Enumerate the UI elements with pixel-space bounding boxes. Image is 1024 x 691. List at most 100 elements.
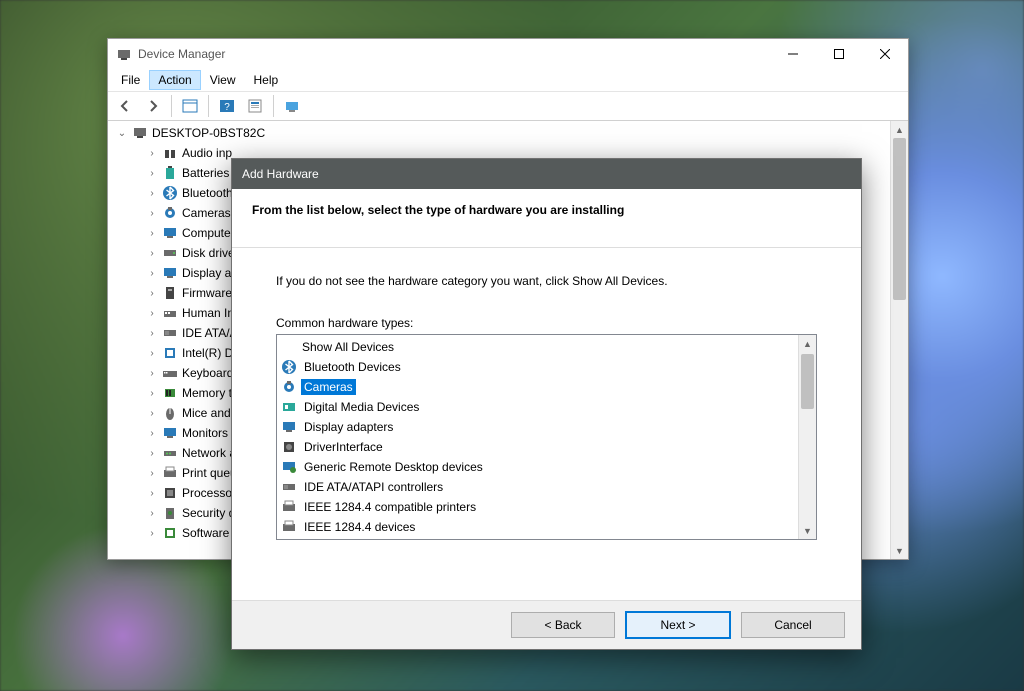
chevron-right-icon[interactable]: ›	[146, 308, 158, 319]
hardware-type-label: IDE ATA/ATAPI controllers	[301, 479, 446, 495]
tree-root[interactable]: ⌄ DESKTOP-0BST82C	[116, 125, 890, 141]
menu-view[interactable]: View	[201, 70, 245, 90]
chevron-right-icon[interactable]: ›	[146, 228, 158, 239]
maximize-button[interactable]	[816, 39, 862, 69]
toolbar-properties-button[interactable]	[242, 93, 268, 119]
chevron-right-icon[interactable]: ›	[146, 148, 158, 159]
chevron-right-icon[interactable]: ›	[146, 388, 158, 399]
chevron-right-icon[interactable]: ›	[146, 248, 158, 259]
hardware-type-label: IEEE 1284.4 compatible printers	[301, 499, 479, 515]
hardware-type-label: DriverInterface	[301, 439, 386, 455]
tree-root-label: DESKTOP-0BST82C	[152, 126, 265, 140]
device-category-icon	[162, 445, 178, 461]
svg-text:?: ?	[224, 102, 230, 113]
wizard-instruction: From the list below, select the type of …	[252, 203, 841, 217]
device-category-icon	[162, 505, 178, 521]
hardware-type-item[interactable]: Bluetooth Devices	[277, 357, 798, 377]
hardware-type-item[interactable]: DriverInterface	[277, 437, 798, 457]
chevron-right-icon[interactable]: ›	[146, 468, 158, 479]
wizard-titlebar[interactable]: Add Hardware	[232, 159, 861, 189]
chevron-right-icon[interactable]: ›	[146, 368, 158, 379]
chevron-right-icon[interactable]: ›	[146, 188, 158, 199]
toolbar-back-button[interactable]	[112, 93, 138, 119]
hardware-type-item[interactable]: IDE ATA/ATAPI controllers	[277, 477, 798, 497]
wizard-list-label: Common hardware types:	[276, 316, 817, 330]
chevron-right-icon[interactable]: ›	[146, 208, 158, 219]
device-category-icon	[162, 205, 178, 221]
hardware-type-item[interactable]: Show All Devices	[277, 337, 798, 357]
hardware-type-item[interactable]: Generic Remote Desktop devices	[277, 457, 798, 477]
device-category-icon	[162, 245, 178, 261]
wizard-header: From the list below, select the type of …	[232, 189, 861, 248]
scroll-down-icon[interactable]: ▼	[891, 542, 908, 559]
chevron-right-icon[interactable]: ›	[146, 348, 158, 359]
scroll-thumb[interactable]	[893, 138, 906, 300]
tree-category-label: Bluetooth	[182, 186, 233, 200]
computer-icon	[132, 125, 148, 141]
add-hardware-wizard: Add Hardware From the list below, select…	[231, 158, 862, 650]
chevron-right-icon[interactable]: ›	[146, 448, 158, 459]
device-category-icon	[162, 345, 178, 361]
tree-category-label: Human In	[182, 306, 234, 320]
hardware-type-icon	[281, 479, 297, 495]
close-button[interactable]	[862, 39, 908, 69]
tree-category-label: Network a	[182, 446, 236, 460]
hardware-type-label: Digital Media Devices	[301, 399, 422, 415]
hardware-type-list[interactable]: Show All Devices Bluetooth DevicesCameras…	[276, 334, 817, 540]
toolbar-scan-button[interactable]	[279, 93, 305, 119]
tree-category-label: Batteries	[182, 166, 229, 180]
back-button[interactable]: < Back	[511, 612, 615, 638]
tree-category-label: Firmware	[182, 286, 232, 300]
chevron-right-icon[interactable]: ›	[146, 168, 158, 179]
hardware-type-icon	[281, 419, 297, 435]
wizard-scrollbar[interactable]: ▲ ▼	[798, 335, 816, 539]
device-category-icon	[162, 185, 178, 201]
tree-category-label: Print queu	[182, 466, 237, 480]
cancel-button[interactable]: Cancel	[741, 612, 845, 638]
chevron-right-icon[interactable]: ›	[146, 488, 158, 499]
hardware-type-icon	[281, 399, 297, 415]
next-button[interactable]: Next >	[625, 611, 731, 639]
hardware-type-icon	[281, 359, 297, 375]
hardware-type-item[interactable]: IEEE 1284.4 compatible printers	[277, 497, 798, 517]
tree-category-label: Mice and	[182, 406, 231, 420]
hardware-type-item[interactable]: Cameras	[277, 377, 798, 397]
hardware-type-icon	[281, 519, 297, 535]
tree-category-label: Computer	[182, 226, 235, 240]
hardware-type-item[interactable]: Display adapters	[277, 417, 798, 437]
device-category-icon	[162, 465, 178, 481]
scroll-up-icon[interactable]: ▲	[799, 335, 816, 352]
scroll-thumb[interactable]	[801, 354, 814, 409]
chevron-right-icon[interactable]: ›	[146, 528, 158, 539]
toolbar-show-hide-button[interactable]	[177, 93, 203, 119]
toolbar-help-button[interactable]: ?	[214, 93, 240, 119]
chevron-right-icon[interactable]: ›	[146, 268, 158, 279]
chevron-right-icon[interactable]: ›	[146, 328, 158, 339]
hardware-type-item[interactable]: Digital Media Devices	[277, 397, 798, 417]
menu-file[interactable]: File	[112, 70, 149, 90]
hardware-type-icon	[281, 499, 297, 515]
chevron-right-icon[interactable]: ›	[146, 508, 158, 519]
tree-category-label: Audio inp	[182, 146, 232, 160]
dm-titlebar[interactable]: Device Manager	[108, 39, 908, 69]
chevron-right-icon[interactable]: ›	[146, 428, 158, 439]
scroll-down-icon[interactable]: ▼	[799, 522, 816, 539]
chevron-right-icon[interactable]: ›	[146, 288, 158, 299]
hardware-type-item[interactable]: IEEE 1284.4 devices	[277, 517, 798, 537]
dm-scrollbar[interactable]: ▲ ▼	[890, 121, 908, 559]
menu-action[interactable]: Action	[149, 70, 200, 90]
scroll-up-icon[interactable]: ▲	[891, 121, 908, 138]
toolbar-forward-button[interactable]	[140, 93, 166, 119]
chevron-right-icon[interactable]: ›	[146, 408, 158, 419]
dm-toolbar: ?	[108, 92, 908, 121]
tree-category-label: Memory t	[182, 386, 232, 400]
chevron-down-icon[interactable]: ⌄	[116, 128, 128, 139]
tree-category-label: Security d	[182, 506, 235, 520]
device-category-icon	[162, 265, 178, 281]
device-category-icon	[162, 365, 178, 381]
hardware-type-label: Show All Devices	[299, 339, 397, 355]
menu-help[interactable]: Help	[245, 70, 288, 90]
minimize-button[interactable]	[770, 39, 816, 69]
tree-category-label: Monitors	[182, 426, 228, 440]
hardware-type-label: Display adapters	[301, 419, 396, 435]
